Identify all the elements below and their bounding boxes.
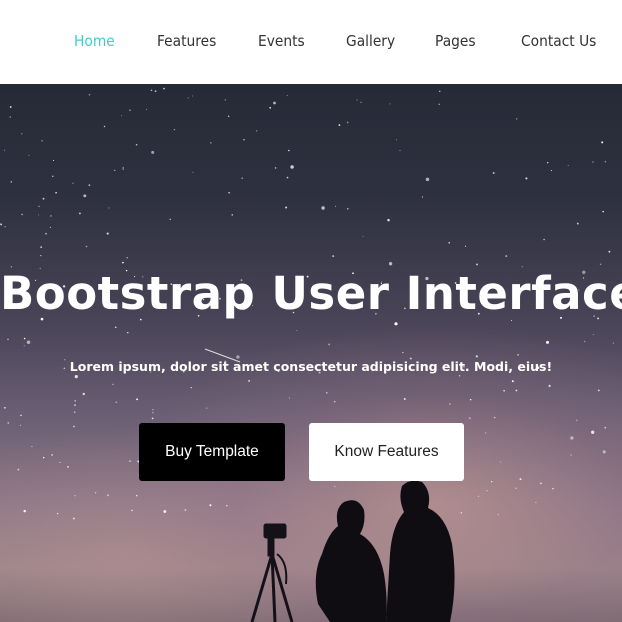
- nav-link-features[interactable]: Features: [157, 31, 216, 51]
- nav-link-events[interactable]: Events: [258, 31, 305, 51]
- buy-template-button[interactable]: Buy Template: [139, 423, 285, 481]
- navbar: Home Features Events Gallery Pages Conta…: [0, 0, 622, 84]
- nav-link-gallery[interactable]: Gallery: [346, 31, 395, 51]
- hero-banner: Bootstrap User Interface Lorem ipsum, do…: [0, 84, 622, 622]
- people-silhouette-image: [250, 480, 455, 622]
- nav-link-home[interactable]: Home: [74, 31, 115, 51]
- nav-link-pages[interactable]: Pages: [435, 31, 476, 51]
- nav-link-contact-us[interactable]: Contact Us: [521, 31, 596, 51]
- know-features-button[interactable]: Know Features: [309, 423, 464, 481]
